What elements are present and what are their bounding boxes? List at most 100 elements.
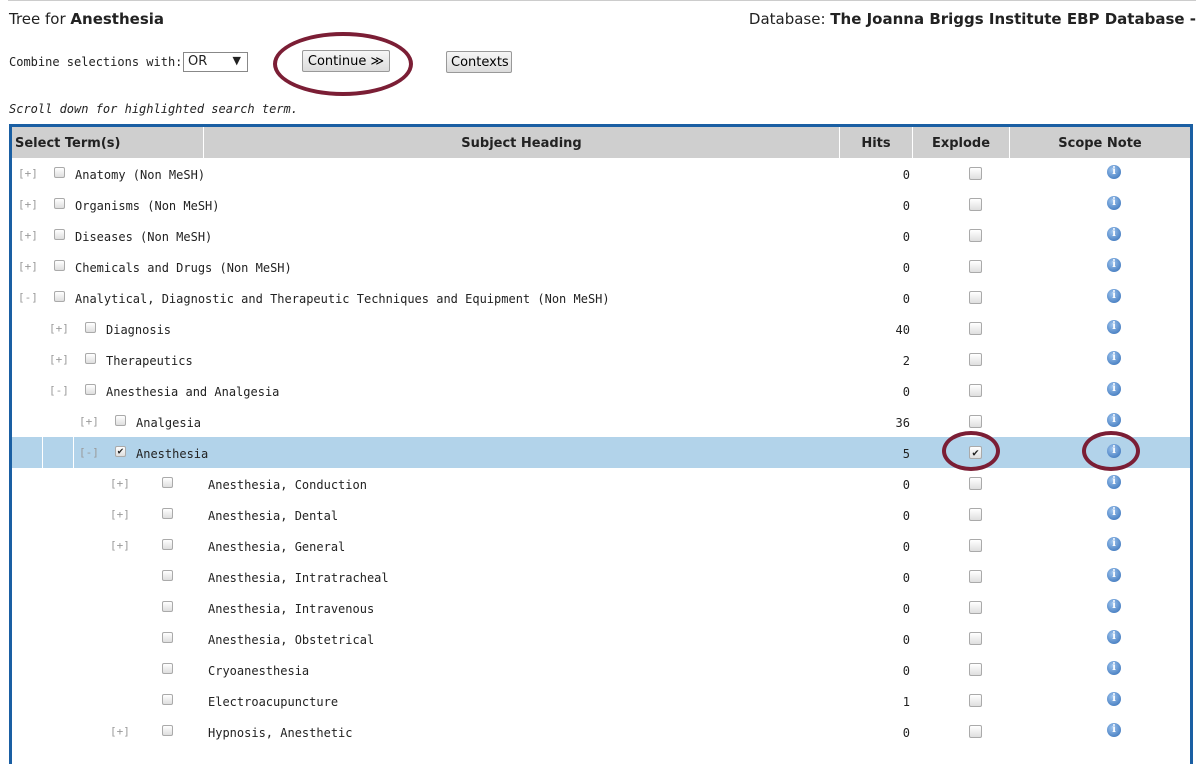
select-term-checkbox[interactable]: ✔ — [115, 446, 126, 457]
subject-heading-label[interactable]: Organisms (Non MeSH) — [75, 199, 220, 213]
info-icon[interactable]: i — [1107, 382, 1121, 396]
explode-checkbox[interactable] — [969, 322, 982, 335]
subject-heading-label[interactable]: Anesthesia, Obstetrical — [208, 633, 374, 647]
expand-toggle[interactable]: [+] — [49, 322, 69, 335]
collapse-toggle[interactable]: [-] — [49, 384, 69, 397]
select-term-checkbox[interactable] — [85, 353, 96, 364]
table-row: [+] Hypnosis, Anesthetic 0 i — [12, 716, 1190, 747]
select-term-checkbox[interactable] — [54, 260, 65, 271]
select-term-checkbox[interactable] — [162, 632, 173, 643]
subject-heading-label[interactable]: Therapeutics — [106, 354, 193, 368]
subject-heading-label[interactable]: Diseases (Non MeSH) — [75, 230, 212, 244]
explode-checkbox[interactable] — [969, 415, 982, 428]
info-icon[interactable]: i — [1107, 196, 1121, 210]
select-term-checkbox[interactable] — [85, 322, 96, 333]
combine-select[interactable]: OR ▼ — [183, 52, 248, 72]
explode-checkbox[interactable] — [969, 508, 982, 521]
expand-toggle[interactable]: [+] — [18, 167, 38, 180]
info-icon[interactable]: i — [1107, 630, 1121, 644]
select-term-checkbox[interactable] — [162, 539, 173, 550]
explode-checkbox[interactable] — [969, 539, 982, 552]
explode-checkbox[interactable] — [969, 260, 982, 273]
subject-heading-label[interactable]: Hypnosis, Anesthetic — [208, 726, 353, 740]
select-term-checkbox[interactable] — [162, 663, 173, 674]
expand-toggle[interactable]: [+] — [18, 198, 38, 211]
explode-checkbox[interactable] — [969, 477, 982, 490]
info-icon[interactable]: i — [1107, 444, 1121, 458]
subject-heading-label[interactable]: Anesthesia, Dental — [208, 509, 338, 523]
select-term-checkbox[interactable] — [162, 570, 173, 581]
subject-heading-label[interactable]: Chemicals and Drugs (Non MeSH) — [75, 261, 292, 275]
expand-toggle[interactable]: [+] — [49, 353, 69, 366]
indent-guide — [42, 592, 43, 623]
subject-heading-label[interactable]: Electroacupuncture — [208, 695, 338, 709]
explode-checkbox[interactable] — [969, 291, 982, 304]
expand-toggle[interactable]: [+] — [110, 725, 130, 738]
info-icon[interactable]: i — [1107, 537, 1121, 551]
info-icon[interactable]: i — [1107, 692, 1121, 706]
explode-checkbox[interactable] — [969, 198, 982, 211]
select-term-checkbox[interactable] — [162, 694, 173, 705]
info-icon[interactable]: i — [1107, 475, 1121, 489]
info-icon[interactable]: i — [1107, 258, 1121, 272]
select-term-checkbox[interactable] — [54, 229, 65, 240]
info-icon[interactable]: i — [1107, 506, 1121, 520]
info-icon[interactable]: i — [1107, 351, 1121, 365]
explode-checkbox[interactable] — [969, 694, 982, 707]
subject-heading-label[interactable]: Analytical, Diagnostic and Therapeutic T… — [75, 292, 610, 306]
info-icon[interactable]: i — [1107, 320, 1121, 334]
info-icon[interactable]: i — [1107, 165, 1121, 179]
expand-toggle[interactable]: [+] — [79, 415, 99, 428]
hits-count: 5 — [902, 447, 910, 461]
select-term-checkbox[interactable] — [162, 601, 173, 612]
explode-checkbox[interactable] — [969, 601, 982, 614]
explode-checkbox[interactable] — [969, 570, 982, 583]
explode-checkbox[interactable] — [969, 725, 982, 738]
subject-heading-label[interactable]: Anesthesia, Conduction — [208, 478, 367, 492]
info-icon[interactable]: i — [1107, 289, 1121, 303]
info-icon[interactable]: i — [1107, 599, 1121, 613]
explode-checkbox[interactable]: ✔ — [969, 446, 982, 459]
info-icon[interactable]: i — [1107, 661, 1121, 675]
select-term-checkbox[interactable] — [54, 291, 65, 302]
subject-heading-label[interactable]: Analgesia — [136, 416, 201, 430]
subject-heading-label[interactable]: Anesthesia, Intratracheal — [208, 571, 389, 585]
contexts-button[interactable]: Contexts — [446, 51, 512, 73]
collapse-toggle[interactable]: [-] — [79, 446, 99, 459]
expand-toggle[interactable]: [+] — [110, 508, 130, 521]
subject-heading-label[interactable]: Cryoanesthesia — [208, 664, 309, 678]
select-term-checkbox[interactable] — [162, 477, 173, 488]
select-term-checkbox[interactable] — [162, 725, 173, 736]
subject-heading-label[interactable]: Anesthesia, General — [208, 540, 345, 554]
subject-heading-label[interactable]: Anesthesia and Analgesia — [106, 385, 279, 399]
expand-toggle[interactable]: [+] — [18, 229, 38, 242]
select-term-checkbox[interactable] — [85, 384, 96, 395]
select-term-checkbox[interactable] — [54, 167, 65, 178]
explode-checkbox[interactable] — [969, 353, 982, 366]
select-term-checkbox[interactable] — [115, 415, 126, 426]
expand-toggle[interactable]: [+] — [110, 539, 130, 552]
info-icon[interactable]: i — [1107, 723, 1121, 737]
subject-heading-label[interactable]: Anesthesia — [136, 447, 208, 461]
select-term-checkbox[interactable] — [54, 198, 65, 209]
explode-checkbox[interactable] — [969, 229, 982, 242]
info-icon[interactable]: i — [1107, 413, 1121, 427]
subject-heading-label[interactable]: Anatomy (Non MeSH) — [75, 168, 205, 182]
info-icon[interactable]: i — [1107, 568, 1121, 582]
collapse-toggle[interactable]: [-] — [18, 291, 38, 304]
indent-guide — [42, 623, 43, 654]
table-row: [+] Analgesia 36 i — [12, 406, 1190, 437]
explode-checkbox[interactable] — [969, 384, 982, 397]
continue-button[interactable]: Continue ≫ — [302, 50, 390, 72]
select-term-checkbox[interactable] — [162, 508, 173, 519]
expand-toggle[interactable]: [+] — [18, 260, 38, 273]
expand-toggle[interactable]: [+] — [110, 477, 130, 490]
explode-checkbox[interactable] — [969, 632, 982, 645]
indent-guide — [73, 406, 74, 437]
table-row: [+] Diagnosis 40 i — [12, 313, 1190, 344]
explode-checkbox[interactable] — [969, 663, 982, 676]
info-icon[interactable]: i — [1107, 227, 1121, 241]
subject-heading-label[interactable]: Diagnosis — [106, 323, 171, 337]
explode-checkbox[interactable] — [969, 167, 982, 180]
subject-heading-label[interactable]: Anesthesia, Intravenous — [208, 602, 374, 616]
